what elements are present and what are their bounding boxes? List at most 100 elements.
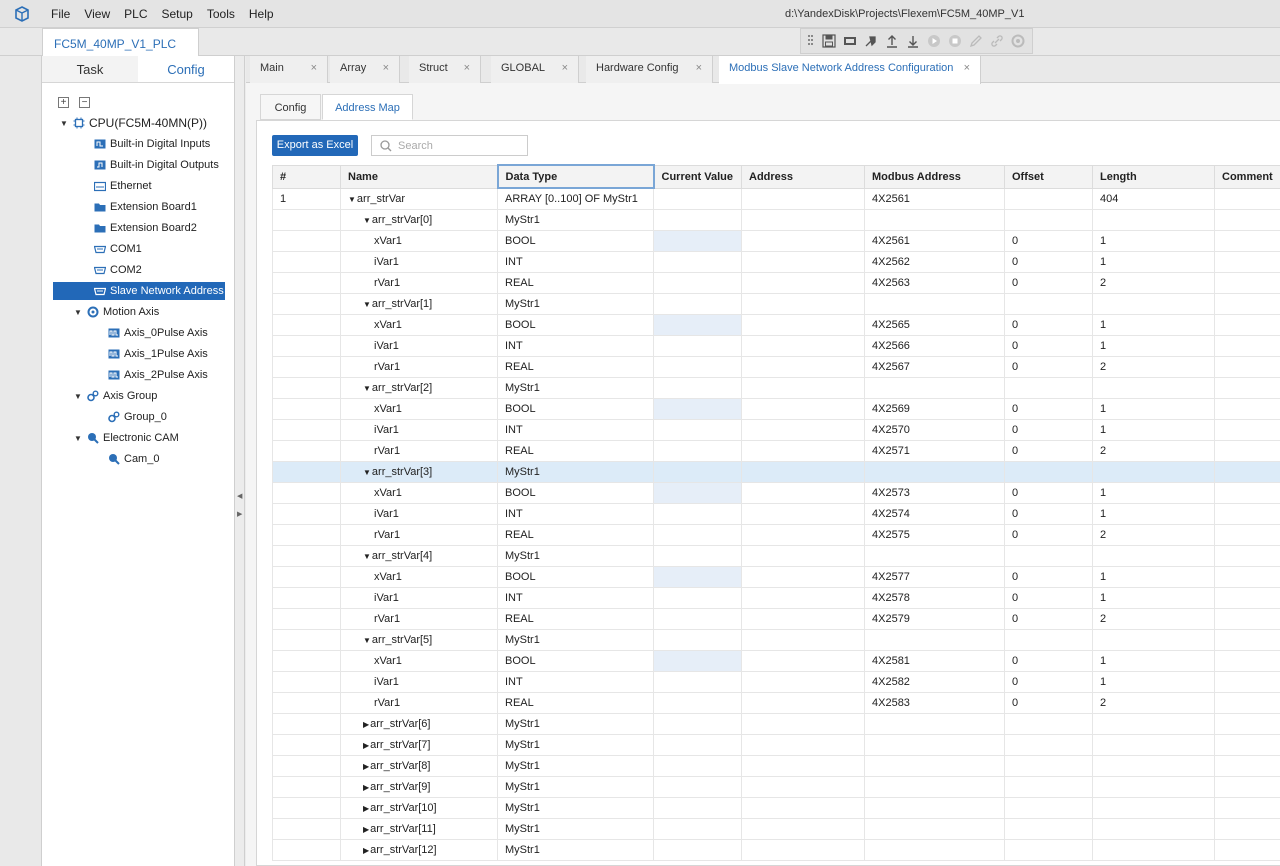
table-row[interactable]: iVar1 INT 4X2578 0 1 <box>272 586 1280 609</box>
table-row[interactable]: rVar1 REAL 4X2575 0 2 <box>272 523 1280 546</box>
tree-node[interactable]: ▼ Electronic CAM <box>74 429 179 447</box>
col-number[interactable]: # <box>272 164 341 189</box>
menu-view[interactable]: View <box>77 7 117 21</box>
project-tab[interactable]: FC5M_40MP_V1_PLC <box>42 28 199 56</box>
table-row[interactable]: ▶arr_strVar[11] MyStr1 <box>272 817 1280 840</box>
tree-node[interactable]: Built-in Digital Inputs <box>78 135 210 153</box>
table-row[interactable]: rVar1 REAL 4X2583 0 2 <box>272 691 1280 714</box>
table-row[interactable]: ▼arr_strVar[2] MyStr1 <box>272 376 1280 399</box>
tab-main[interactable]: Main × <box>250 56 328 83</box>
collapse-row-icon[interactable]: ▼ <box>363 300 371 309</box>
expand-row-icon[interactable]: ▶ <box>363 762 369 771</box>
close-icon[interactable]: × <box>464 62 470 74</box>
search-box[interactable] <box>371 135 528 156</box>
edit-icon[interactable] <box>969 34 983 48</box>
tree-node[interactable]: ▼ Axis Group <box>74 387 157 405</box>
table-row[interactable]: xVar1 BOOL 4X2581 0 1 <box>272 649 1280 672</box>
expand-row-icon[interactable]: ▶ <box>363 825 369 834</box>
menu-tools[interactable]: Tools <box>200 7 242 21</box>
table-row[interactable]: ▼arr_strVar[1] MyStr1 <box>272 292 1280 315</box>
table-row[interactable]: rVar1 REAL 4X2567 0 2 <box>272 355 1280 378</box>
collapse-left-icon[interactable]: ◀ <box>237 492 242 500</box>
subtab-config[interactable]: Config <box>260 94 321 120</box>
cell-current-value[interactable] <box>653 565 742 588</box>
expand-row-icon[interactable]: ▶ <box>363 741 369 750</box>
table-row[interactable]: ▶arr_strVar[7] MyStr1 <box>272 733 1280 756</box>
tab-struct[interactable]: Struct × <box>409 56 481 83</box>
close-icon[interactable]: × <box>562 62 568 74</box>
tree-node[interactable]: Slave Network Address <box>53 282 225 300</box>
menu-plc[interactable]: PLC <box>117 7 154 21</box>
tab-array[interactable]: Array × <box>330 56 400 83</box>
table-row[interactable]: ▼arr_strVar[0] MyStr1 <box>272 208 1280 231</box>
tab-hardware-config[interactable]: Hardware Config × <box>586 56 713 83</box>
col-data-type[interactable]: Data Type <box>496 164 655 189</box>
tree-node[interactable]: Extension Board2 <box>78 219 197 237</box>
table-row[interactable]: ▼arr_strVar[5] MyStr1 <box>272 628 1280 651</box>
tab-modbus-slave-config[interactable]: Modbus Slave Network Address Configurati… <box>719 56 981 84</box>
expand-row-icon[interactable]: ▶ <box>363 846 369 855</box>
tab-config[interactable]: Config <box>138 56 234 82</box>
table-row[interactable]: rVar1 REAL 4X2579 0 2 <box>272 607 1280 630</box>
table-row[interactable]: 1 ▼arr_strVar ARRAY [0..100] OF MyStr1 4X25… <box>272 187 1280 210</box>
close-icon[interactable]: × <box>964 62 970 74</box>
cell-current-value[interactable] <box>653 481 742 504</box>
table-row[interactable]: iVar1 INT 4X2570 0 1 <box>272 418 1280 441</box>
tree-node[interactable]: ▼ CPU(FC5M-40MN(P)) <box>60 114 207 132</box>
tree-node[interactable]: Extension Board1 <box>78 198 197 216</box>
collapse-row-icon[interactable]: ▼ <box>363 468 371 477</box>
tree-node[interactable]: Axis_1Pulse Axis <box>92 345 208 363</box>
collapse-row-icon[interactable]: ▼ <box>348 195 356 204</box>
search-input[interactable] <box>398 139 518 152</box>
table-row[interactable]: ▶arr_strVar[8] MyStr1 <box>272 754 1280 777</box>
table-row[interactable]: rVar1 REAL 4X2563 0 2 <box>272 271 1280 294</box>
col-offset[interactable]: Offset <box>1004 164 1093 189</box>
settings-icon[interactable] <box>1011 34 1025 48</box>
tree-node[interactable]: Cam_0 <box>92 450 159 468</box>
download-icon[interactable] <box>906 34 920 48</box>
expand-arrow-icon[interactable]: ▼ <box>74 392 83 401</box>
collapse-row-icon[interactable]: ▼ <box>363 216 371 225</box>
table-row[interactable]: ▶arr_strVar[10] MyStr1 <box>272 796 1280 819</box>
cell-current-value[interactable] <box>653 313 742 336</box>
export-excel-button[interactable]: Export as Excel <box>272 135 358 156</box>
expand-arrow-icon[interactable]: ▼ <box>74 434 83 443</box>
col-address[interactable]: Address <box>741 164 865 189</box>
run-icon[interactable] <box>927 34 941 48</box>
subtab-address-map[interactable]: Address Map <box>322 94 413 120</box>
stop-icon[interactable] <box>948 34 962 48</box>
menu-help[interactable]: Help <box>242 7 281 21</box>
compile-icon[interactable] <box>843 34 857 48</box>
tree-node[interactable]: ▼ Motion Axis <box>74 303 159 321</box>
build-icon[interactable] <box>864 34 878 48</box>
table-row[interactable]: rVar1 REAL 4X2571 0 2 <box>272 439 1280 462</box>
table-row[interactable]: iVar1 INT 4X2574 0 1 <box>272 502 1280 525</box>
col-current-value[interactable]: Current Value <box>653 164 742 189</box>
tree-node[interactable]: Axis_2Pulse Axis <box>92 366 208 384</box>
collapse-row-icon[interactable]: ▼ <box>363 636 371 645</box>
table-row[interactable]: ▶arr_strVar[12] MyStr1 <box>272 838 1280 861</box>
save-icon[interactable] <box>822 34 836 48</box>
close-icon[interactable]: × <box>311 62 317 74</box>
col-length[interactable]: Length <box>1092 164 1215 189</box>
table-row[interactable]: xVar1 BOOL 4X2573 0 1 <box>272 481 1280 504</box>
grip-icon[interactable] <box>807 34 815 48</box>
table-row[interactable]: xVar1 BOOL 4X2565 0 1 <box>272 313 1280 336</box>
cell-current-value[interactable] <box>653 229 742 252</box>
table-row[interactable]: ▼arr_strVar[3] MyStr1 <box>272 460 1280 483</box>
col-comment[interactable]: Comment <box>1214 164 1280 189</box>
collapse-all-button[interactable]: − <box>79 97 90 108</box>
table-row[interactable]: iVar1 INT 4X2566 0 1 <box>272 334 1280 357</box>
upload-icon[interactable] <box>885 34 899 48</box>
expand-arrow-icon[interactable]: ▼ <box>60 119 69 128</box>
tree-node[interactable]: Axis_0Pulse Axis <box>92 324 208 342</box>
tree-node[interactable]: Ethernet <box>78 177 152 195</box>
link-icon[interactable] <box>990 34 1004 48</box>
table-row[interactable]: xVar1 BOOL 4X2569 0 1 <box>272 397 1280 420</box>
menu-file[interactable]: File <box>44 7 77 21</box>
tab-task[interactable]: Task <box>42 56 138 82</box>
expand-row-icon[interactable]: ▶ <box>363 804 369 813</box>
tree-node[interactable]: COM1 <box>78 240 142 258</box>
col-modbus-address[interactable]: Modbus Address <box>864 164 1005 189</box>
collapse-row-icon[interactable]: ▼ <box>363 384 371 393</box>
